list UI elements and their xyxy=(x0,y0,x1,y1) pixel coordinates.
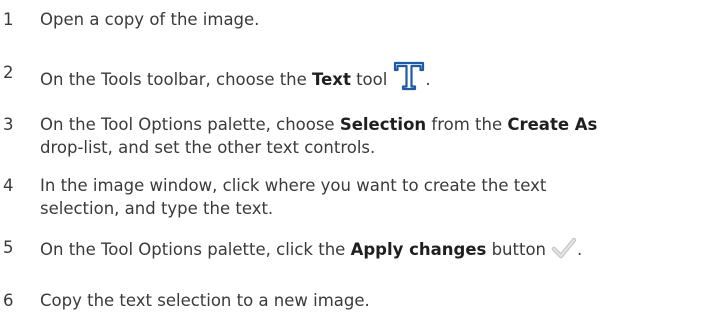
step-number: 6 xyxy=(3,291,14,310)
step-text: On the Tool Options palette, choose Sele… xyxy=(40,113,712,159)
step-text: In the image window, click where you wan… xyxy=(40,174,712,220)
instruction-steps: 1 Open a copy of the image. 2 On the Too… xyxy=(0,0,712,323)
step-text-part: On the Tool Options palette, choose xyxy=(40,115,340,134)
step-text-part: drop-list, and set the other text contro… xyxy=(40,138,376,157)
step-text: Open a copy of the image. xyxy=(40,10,260,29)
text-tool-icon xyxy=(393,61,425,91)
apply-changes-label: Apply changes xyxy=(350,240,487,259)
step-text-part: tool xyxy=(350,70,388,89)
step-text: Copy the text selection to a new image. xyxy=(40,291,370,310)
selection-option-label: Selection xyxy=(339,115,427,134)
step-text-part: from the xyxy=(426,115,508,134)
text-tool-label: Text xyxy=(312,70,351,89)
apply-checkmark-icon xyxy=(551,236,577,260)
step-text: On the Tools toolbar, choose the Text to… xyxy=(40,61,712,91)
step-number: 4 xyxy=(3,176,14,195)
step-text-part: . xyxy=(425,70,431,89)
step-text-part: . xyxy=(577,240,583,259)
step-text-part: On the Tools toolbar, choose the xyxy=(40,70,313,89)
step-number: 1 xyxy=(3,10,14,29)
step-number: 2 xyxy=(3,63,14,82)
step-text-part: button xyxy=(486,240,547,259)
step-number: 5 xyxy=(3,238,14,257)
step-text-part: In the image window, click where you wan… xyxy=(40,176,547,195)
step-text-part: On the Tool Options palette, click the xyxy=(40,240,351,259)
step-number: 3 xyxy=(3,115,14,134)
create-as-label: Create As xyxy=(507,115,598,134)
step-text: On the Tool Options palette, click the A… xyxy=(40,236,712,261)
step-text-part: selection, and type the text. xyxy=(40,199,274,218)
